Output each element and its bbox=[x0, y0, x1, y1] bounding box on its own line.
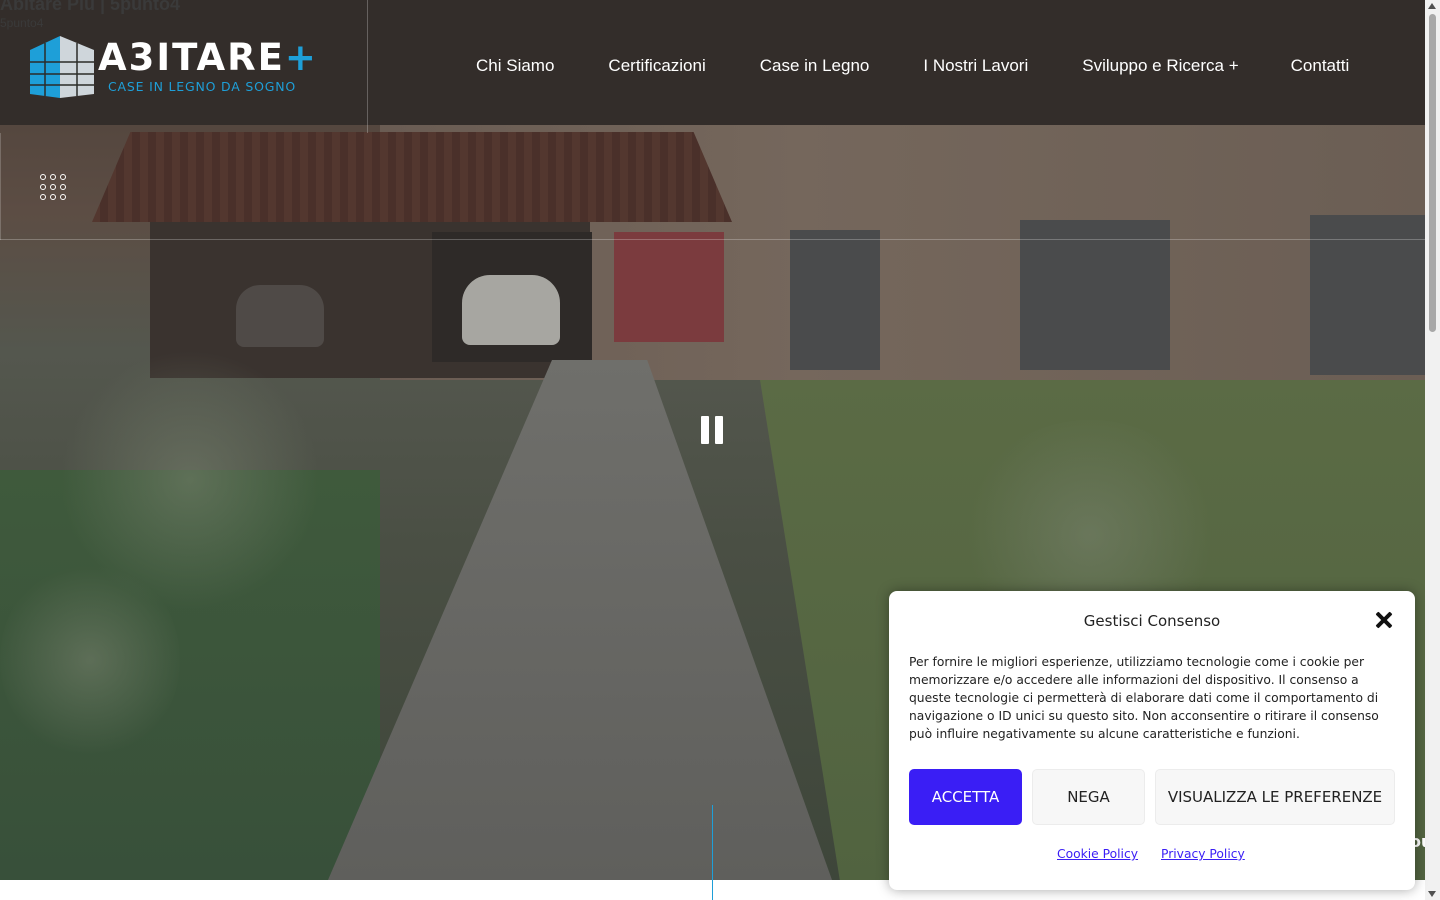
tiled-roof bbox=[92, 132, 732, 222]
site-logo[interactable]: A3ITARE+ CASE IN LEGNO DA SOGNO bbox=[30, 36, 316, 98]
nav-item-contatti[interactable]: Contatti bbox=[1291, 56, 1350, 76]
nav-item-certificazioni[interactable]: Certificazioni bbox=[608, 56, 705, 76]
logo-building-icon bbox=[30, 36, 94, 98]
scroll-up-arrow-icon[interactable] bbox=[1428, 3, 1436, 9]
logo-tagline: CASE IN LEGNO DA SOGNO bbox=[108, 79, 296, 94]
logo-wordmark: A3ITARE+ bbox=[98, 36, 318, 79]
cookie-dialog-title: Gestisci Consenso bbox=[1083, 612, 1221, 630]
page-scrollbar[interactable] bbox=[1425, 0, 1440, 900]
nav-item-i-nostri-lavori[interactable]: I Nostri Lavori bbox=[923, 56, 1028, 76]
nav-item-chi-siamo[interactable]: Chi Siamo bbox=[476, 56, 554, 76]
cookie-dialog-text: Per fornire le migliori esperienze, util… bbox=[909, 655, 1379, 741]
dark-car bbox=[236, 285, 324, 347]
house-window bbox=[1020, 220, 1170, 370]
cookie-consent-dialog: Gestisci Consenso Per fornire le miglior… bbox=[889, 591, 1415, 890]
site-subtitle: 5punto4 bbox=[0, 16, 44, 30]
scroll-indicator-line bbox=[712, 805, 713, 900]
view-preferences-button[interactable]: VISUALIZZA LE PREFERENZE bbox=[1155, 769, 1395, 825]
main-nav: Chi Siamo Certificazioni Case in Legno I… bbox=[476, 56, 1349, 76]
scroll-down-arrow-icon[interactable] bbox=[1428, 891, 1436, 897]
red-panel bbox=[614, 232, 724, 342]
pause-icon[interactable] bbox=[701, 416, 723, 444]
header-divider bbox=[0, 239, 1425, 240]
close-icon[interactable] bbox=[1375, 611, 1393, 629]
nav-item-sviluppo-e-ricerca[interactable]: Sviluppo e Ricerca + bbox=[1082, 56, 1238, 76]
accept-button[interactable]: ACCETTA bbox=[909, 769, 1022, 825]
header-divider bbox=[0, 133, 1, 240]
olive-tree bbox=[0, 560, 180, 760]
nav-item-case-in-legno[interactable]: Case in Legno bbox=[760, 56, 870, 76]
privacy-policy-link[interactable]: Privacy Policy bbox=[1161, 847, 1245, 861]
white-car bbox=[462, 275, 560, 345]
scrollbar-thumb[interactable] bbox=[1429, 14, 1436, 332]
cookie-policy-link[interactable]: Cookie Policy bbox=[1057, 847, 1138, 861]
site-title: Abitare Più | 5punto4 bbox=[0, 0, 181, 14]
header-divider bbox=[367, 0, 368, 133]
deny-button[interactable]: NEGA bbox=[1032, 769, 1145, 825]
grid-menu-icon[interactable] bbox=[40, 174, 66, 200]
house-window bbox=[790, 230, 880, 370]
